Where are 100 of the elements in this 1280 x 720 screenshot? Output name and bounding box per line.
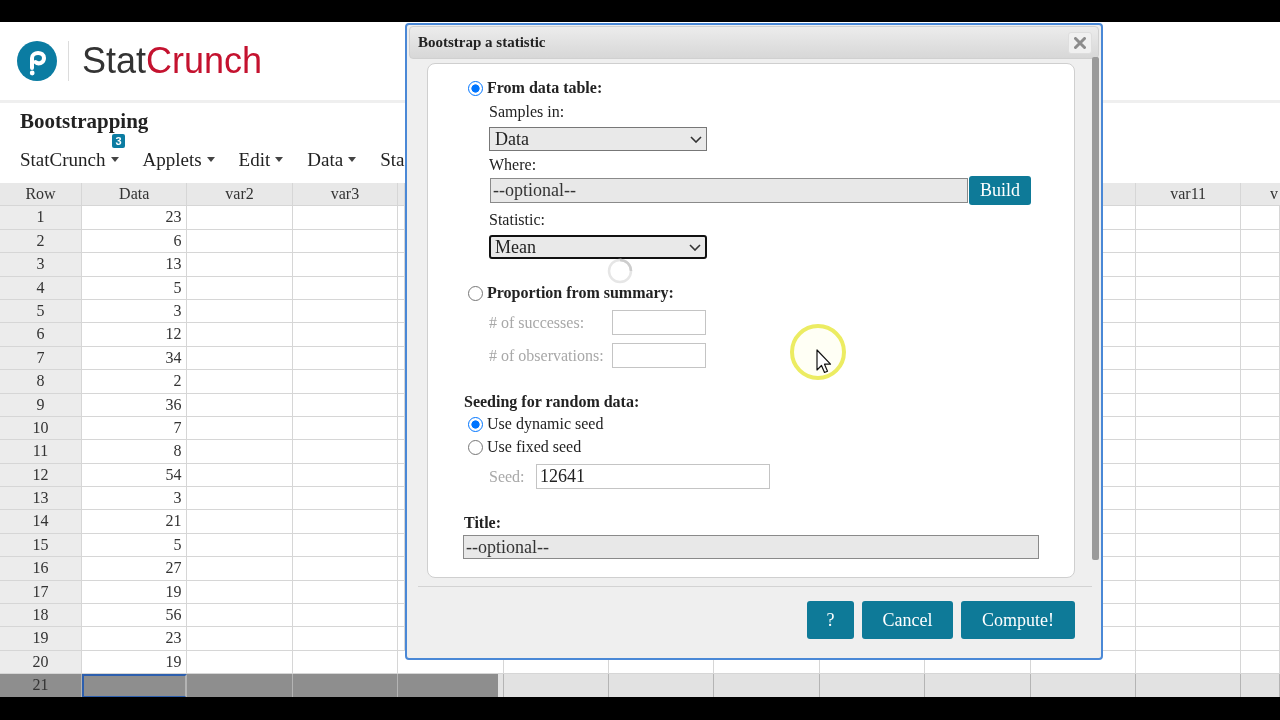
table-cell: 21 <box>82 510 188 534</box>
logo-icon <box>17 41 57 81</box>
row-number: 18 <box>0 604 82 628</box>
column-header: var3 <box>292 183 399 207</box>
table-cell <box>1241 393 1280 417</box>
table-cell <box>1241 346 1280 371</box>
table-cell: 6 <box>82 229 188 254</box>
table-cell <box>1102 627 1136 651</box>
row-number: 5 <box>0 299 82 324</box>
section-label: Seeding for random data: <box>464 392 640 412</box>
row-number: 3 <box>0 253 82 277</box>
table-cell: 8 <box>82 440 188 464</box>
compute-button[interactable]: Compute! <box>961 601 1075 639</box>
scrollbar-thumb[interactable] <box>1092 57 1099 560</box>
table-cell <box>1241 370 1280 394</box>
brand-name: StatCrunch <box>82 40 263 82</box>
row-number: 19 <box>0 627 82 651</box>
table-cell: 54 <box>82 463 188 488</box>
table-cell: 23 <box>82 206 188 230</box>
table-cell: 56 <box>82 604 188 628</box>
mouse-pointer-icon <box>789 323 847 381</box>
radio-label[interactable]: From data table: <box>487 78 603 98</box>
field-label: Samples in: <box>489 102 565 122</box>
row-number: 10 <box>0 416 82 441</box>
table-cell: 12 <box>82 323 188 347</box>
notification-badge: 3 <box>112 134 125 148</box>
table-cell: 19 <box>82 580 188 605</box>
row-number: 1 <box>0 206 82 230</box>
field-label: Seed: <box>489 467 526 486</box>
radio-button[interactable] <box>468 80 483 96</box>
table-cell <box>1241 323 1280 347</box>
chevron-down-icon <box>690 135 702 143</box>
radio-button[interactable] <box>468 416 483 432</box>
table-cell <box>1241 627 1280 651</box>
table-cell <box>1241 510 1280 534</box>
table-cell <box>1241 580 1280 605</box>
row-number: 7 <box>0 346 82 371</box>
field-label: # of observations: <box>489 346 605 365</box>
title-field[interactable]: --optional-- <box>463 535 1039 559</box>
menu-item[interactable]: Applets <box>142 148 215 172</box>
row-number: 12 <box>0 463 82 488</box>
radio-button[interactable] <box>468 439 483 455</box>
dialog-title: Bootstrap a statistic <box>418 34 546 51</box>
row-number: 15 <box>0 533 82 558</box>
table-cell <box>1102 510 1136 534</box>
dropdown-select[interactable]: Mean <box>489 235 707 259</box>
close-button[interactable] <box>1068 31 1092 54</box>
scrollbar-track[interactable] <box>0 674 1280 697</box>
table-cell <box>1102 557 1136 581</box>
column-header: Row <box>0 183 82 207</box>
help-button[interactable]: ? <box>807 601 854 639</box>
table-cell <box>1102 323 1136 347</box>
build-button[interactable]: Build <box>969 176 1031 205</box>
section-label: Title: <box>464 513 502 533</box>
radio-label[interactable]: Use dynamic seed <box>487 414 604 434</box>
row-number: 6 <box>0 323 82 347</box>
table-cell <box>1241 533 1280 558</box>
dropdown-select[interactable]: Data <box>489 127 707 151</box>
row-number: 11 <box>0 440 82 464</box>
table-cell <box>1102 604 1136 628</box>
table-cell: 2 <box>82 370 188 394</box>
row-number: 20 <box>0 650 82 675</box>
table-cell: 27 <box>82 557 188 581</box>
field-label: Where: <box>489 155 537 175</box>
table-cell: 23 <box>82 627 188 651</box>
field-label: Statistic: <box>489 210 545 230</box>
table-cell <box>1241 440 1280 464</box>
where-field[interactable]: --optional-- <box>490 178 968 203</box>
menu-item[interactable]: Sta <box>380 148 405 172</box>
table-cell <box>1241 299 1280 324</box>
table-cell <box>1102 487 1136 511</box>
table-cell <box>1241 604 1280 628</box>
row-number: 14 <box>0 510 82 534</box>
table-cell <box>1241 487 1280 511</box>
table-cell: 5 <box>82 276 188 300</box>
menu-item[interactable]: StatCrunch <box>20 148 119 172</box>
table-cell <box>1241 253 1280 277</box>
table-cell <box>1241 416 1280 441</box>
table-cell: 3 <box>82 487 188 511</box>
row-number: 2 <box>0 229 82 254</box>
radio-label[interactable]: Use fixed seed <box>487 437 582 457</box>
row-number: 8 <box>0 370 82 394</box>
table-cell: 36 <box>82 393 188 417</box>
table-cell: 34 <box>82 346 188 371</box>
table-cell: 7 <box>82 416 188 441</box>
menu-item[interactable]: Edit <box>238 148 284 172</box>
column-header: v <box>1241 183 1280 207</box>
row-number: 4 <box>0 276 82 300</box>
table-cell <box>1241 229 1280 254</box>
table-cell <box>1241 557 1280 581</box>
table-cell <box>1102 253 1136 277</box>
table-cell <box>1241 463 1280 488</box>
scrollbar-thumb[interactable] <box>0 674 498 697</box>
cancel-button[interactable]: Cancel <box>862 601 953 639</box>
page-title: Bootstrapping <box>20 109 149 133</box>
table-cell <box>1241 206 1280 230</box>
table-cell <box>1102 206 1136 230</box>
chevron-down-icon <box>689 243 701 251</box>
table-cell: 13 <box>82 253 188 277</box>
menu-item[interactable]: Data <box>307 148 357 172</box>
